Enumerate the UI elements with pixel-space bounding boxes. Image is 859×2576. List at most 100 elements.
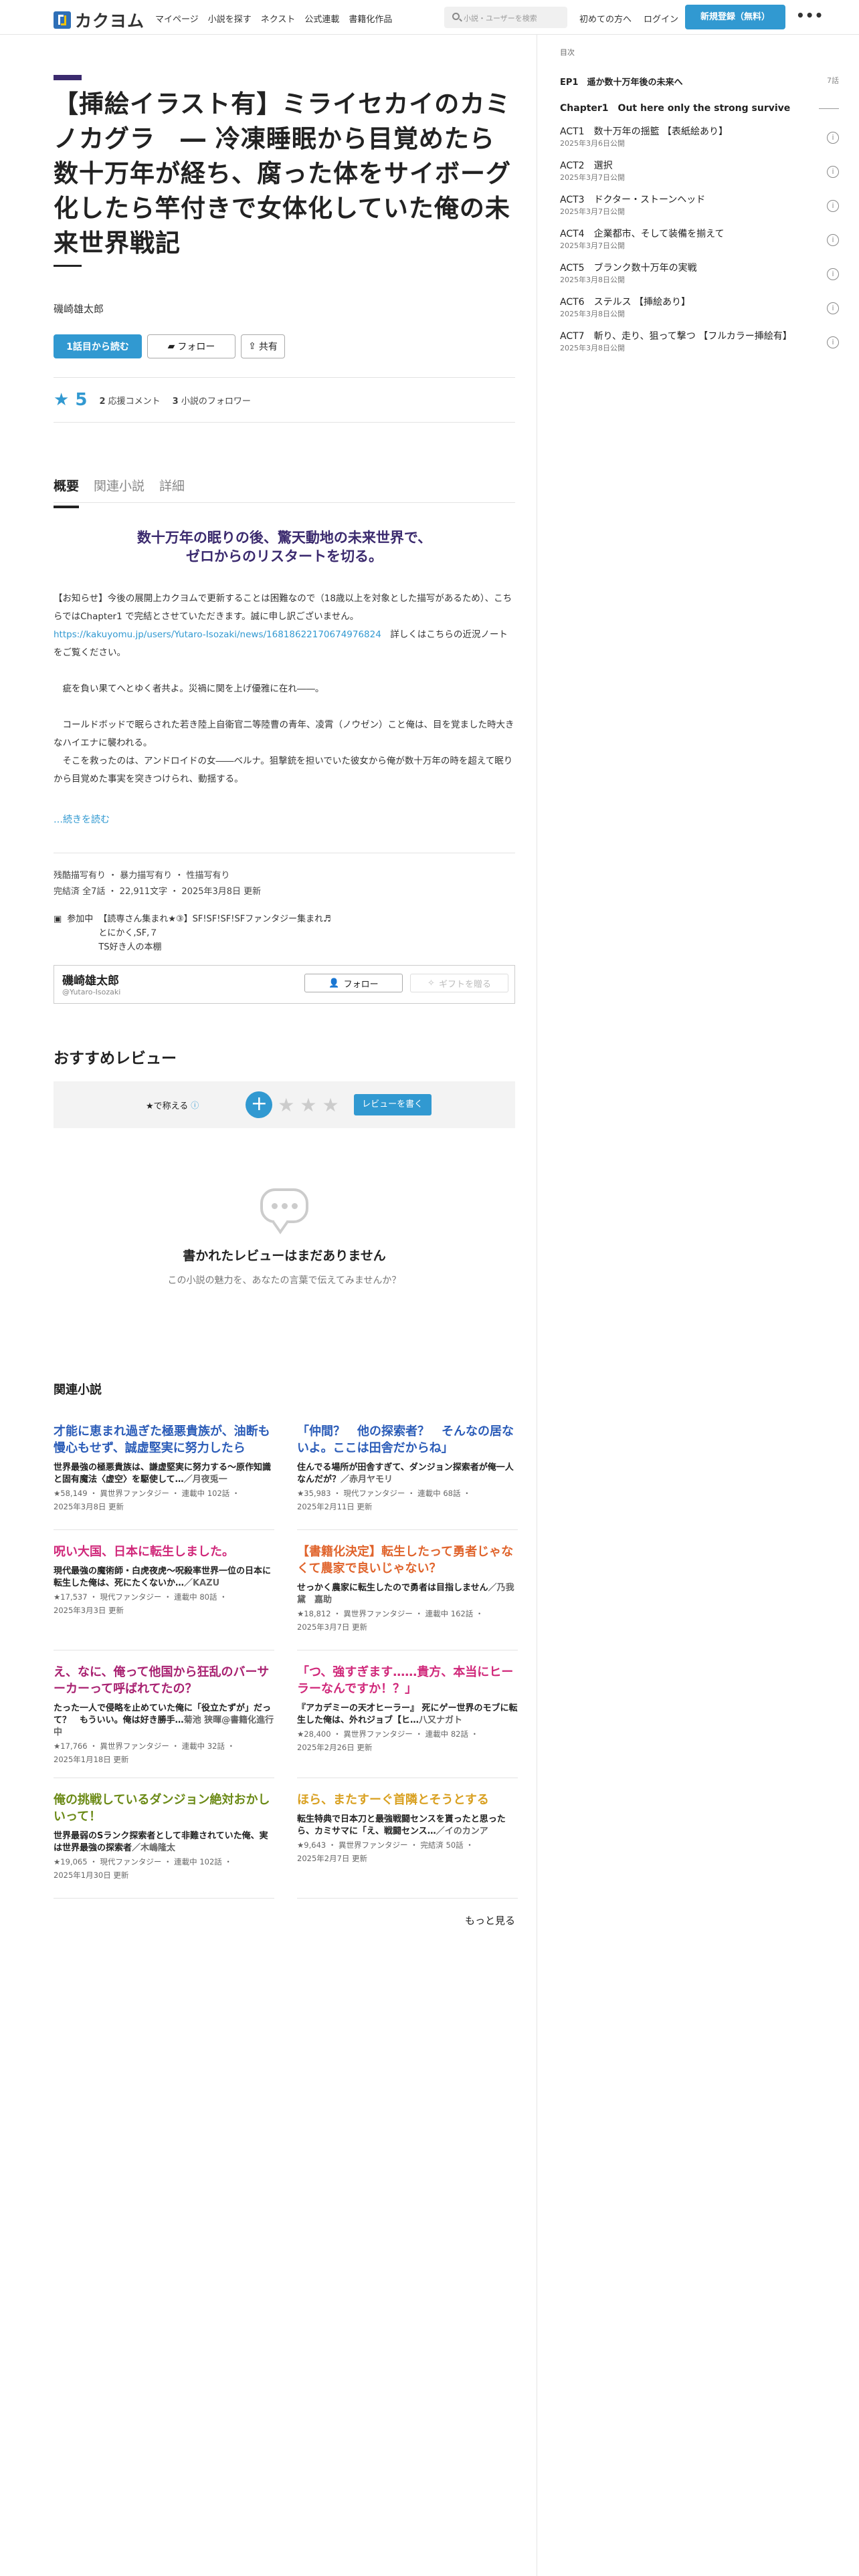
related-author[interactable]: ／月夜兎一 (184, 1475, 227, 1485)
info-icon[interactable]: i (827, 199, 839, 212)
related-title[interactable]: ほら、またすーぐ首隣とそうとする (297, 1792, 518, 1808)
toc-item[interactable]: ACT2 選択 2025年3月7日公開 i (560, 160, 839, 183)
beginners-link[interactable]: 初めての方へ (579, 12, 632, 25)
more-related-link[interactable]: もっと見る (54, 1913, 515, 1927)
related-grid: 才能に恵まれ過ぎた極悪貴族が、油断も慢心もせず、誠虚堅実に努力したら 世界最強の極… (54, 1410, 518, 1899)
contest-link[interactable]: TS好き人の本棚 (98, 940, 331, 954)
toc-item[interactable]: ACT7 斬り、走り、狙って撃つ 【フルカラー挿絵有】 2025年3月8日公開 i (560, 330, 839, 354)
read-first-button[interactable]: 1話目から読む (54, 334, 142, 358)
read-more-link[interactable]: …続きを読む (54, 813, 515, 826)
info-icon[interactable]: i (827, 131, 839, 144)
intro-paragraph: コールドボッドで眠らされた若き陸上自衛官二等陸曹の青年、凌霄（ノウゼン）こと俺は… (54, 720, 514, 748)
toc-item[interactable]: ACT5 ブランク数十万年の実戦 2025年3月8日公開 i (560, 262, 839, 286)
gift-button[interactable]: ✧ ギフトを贈る (410, 974, 508, 992)
related-meta: ★58,149 ・ 異世界ファンタジー ・ 連載中 102話 ・ (54, 1489, 240, 1498)
contest-link[interactable]: とにかく,SF,７ (98, 926, 331, 940)
toc-item[interactable]: ACT6 ステルス 【挿絵あり】 2025年3月8日公開 i (560, 296, 839, 320)
info-icon[interactable]: i (827, 267, 839, 280)
related-title[interactable]: 俺の挑戦しているダンジョン絶対おかしいって！ (54, 1792, 274, 1825)
toc-item[interactable]: ACT1 数十万年の揺籃 【表紙絵あり】 2025年3月6日公開 i (560, 126, 839, 149)
toc-sidebar: 目次 EP1 遥か数十万年後の未来へ 7話 Chapter1 Out here … (537, 35, 859, 2576)
search-input[interactable]: 小説・ユーザーを検索 (444, 7, 567, 28)
toc-item-date: 2025年3月8日公開 (560, 310, 625, 318)
related-author[interactable]: ／赤月ヤモリ (341, 1475, 393, 1485)
related-catch: 住んでる場所が田舎すぎて、ダンジョン探索者が俺一人なんだが？／赤月ヤモリ (297, 1462, 518, 1486)
related-author[interactable]: ／イのカンア (436, 1826, 488, 1836)
follow-button[interactable]: ▰ フォロー (147, 334, 235, 358)
login-link[interactable]: ログイン (644, 12, 678, 25)
write-review-button[interactable]: レビューを書く (353, 1094, 432, 1115)
related-catch: 現代最強の魔術師・白虎夜虎〜呪殺率世界一位の日本に転生した俺は、死にたくないか…… (54, 1566, 274, 1590)
info-icon[interactable]: i (827, 302, 839, 314)
related-item[interactable]: 才能に恵まれ過ぎた極悪貴族が、油断も慢心もせず、誠虚堅実に努力したら 世界最強の極… (54, 1410, 274, 1530)
contest-link[interactable]: 【読専さん集まれ★③】SF!SF!SF!SFファンタジー集まれ♬ (98, 912, 331, 926)
review-prompt: ★で称える (146, 1101, 189, 1111)
info-icon[interactable]: i (827, 233, 839, 246)
help-icon[interactable]: ⓘ (191, 1099, 199, 1111)
action-buttons: 1話目から読む ▰ フォロー ⇪ 共有 (54, 334, 515, 358)
related-title[interactable]: え、なに、俺って他国から狂乱のバーサーカーって呼ばれてたの？ (54, 1664, 274, 1697)
nav-books[interactable]: 書籍化作品 (349, 12, 392, 25)
site-logo[interactable]: カクヨム (54, 8, 145, 32)
related-item[interactable]: 俺の挑戦しているダンジョン絶対おかしいって！ 世界最弱のSランク探索者として非難さ… (54, 1778, 274, 1899)
followers-count: 3 (172, 396, 179, 407)
related-item[interactable]: 呪い大国、日本に転生しました。現代最強の魔術師・白虎夜虎〜呪殺率世界一位の日本に… (54, 1530, 274, 1650)
info-icon[interactable]: i (827, 336, 839, 348)
related-catch: 転生特典で日本刀と最強戦闘センスを貰ったと思ったら、カミサマに「え、戦闘センス…… (297, 1814, 518, 1838)
related-novels: 関連小説 才能に恵まれ過ぎた極悪貴族が、油断も慢心もせず、誠虚堅実に努力したら世… (54, 1380, 518, 1927)
related-catch: せっかく農家に転生したので勇者は目指しません／乃我黛 嘉助 (297, 1582, 518, 1606)
related-item[interactable]: 【書籍化決定】転生したって勇者じゃなくて農家で良いじゃない？ せっかく農家に転生し… (297, 1530, 518, 1650)
gift-icon: ✧ (427, 978, 435, 988)
logo-icon (54, 11, 71, 29)
more-menu-icon[interactable]: ••• (796, 7, 824, 23)
novel-author[interactable]: 磯崎雄太郎 (54, 302, 515, 316)
tab-overview[interactable]: 概要 (54, 476, 80, 508)
star-icon[interactable]: ★ (300, 1094, 316, 1116)
related-meta: ★18,812 ・ 異世界ファンタジー ・ 連載中 162話 ・ (297, 1609, 484, 1618)
star-icon[interactable]: ★ (322, 1094, 339, 1116)
related-title[interactable]: 「仲間？ 他の探索者？ そんなの居ないよ。ここは田舎だからね」 (297, 1423, 518, 1457)
share-icon: ⇪ (248, 341, 256, 352)
related-title: 関連小説 (54, 1383, 102, 1397)
novel-status: 完結済 全7話 ・ 22,911文字 ・ 2025年3月8日 更新 (54, 887, 262, 897)
share-button[interactable]: ⇪ 共有 (241, 334, 285, 358)
nav-official[interactable]: 公式連載 (304, 12, 339, 25)
related-catch-text: 『アカデミーの天才ヒーラー』 死にゲー世界のモブに転生した俺は、外れジョブ【ヒ… (297, 1703, 518, 1725)
add-star-button[interactable]: + (246, 1091, 273, 1118)
signup-button[interactable]: 新規登録（無料） (685, 5, 785, 29)
tab-details[interactable]: 詳細 (159, 476, 185, 502)
related-author[interactable]: ／KAZU (184, 1578, 219, 1588)
related-item[interactable]: ほら、またすーぐ首隣とそうとする転生特典で日本刀と最強戦闘センスを貰ったと思った… (297, 1778, 518, 1899)
star-icon[interactable]: ★ (278, 1094, 294, 1116)
comments-count: 2 (99, 396, 106, 407)
related-catch: 世界最弱のSランク探索者として非難されていた俺、実は世界最強の探索者／木嶋隆太 (54, 1830, 274, 1854)
followers-stat[interactable]: 3 小説のフォロワー (173, 394, 251, 407)
related-author[interactable]: ／木嶋隆太 (132, 1843, 175, 1853)
related-author[interactable]: 八又ナガト (419, 1715, 462, 1725)
nav-search-novels[interactable]: 小説を探す (208, 12, 252, 25)
info-icon[interactable]: i (827, 165, 839, 178)
toc-item-date: 2025年3月7日公開 (560, 207, 625, 216)
related-title[interactable]: 「つ、強すぎます……貴方、本当にヒーラーなんですか！？」 (297, 1664, 518, 1697)
toc-item[interactable]: ACT3 ドクター・ストーンヘッド 2025年3月7日公開 i (560, 194, 839, 217)
toc-item-title: ACT3 ドクター・ストーンヘッド (560, 195, 706, 205)
related-title[interactable]: 【書籍化決定】転生したって勇者じゃなくて農家で良いじゃない？ (297, 1543, 518, 1577)
tab-related[interactable]: 関連小説 (94, 476, 145, 502)
related-item[interactable]: 「仲間？ 他の探索者？ そんなの居ないよ。ここは田舎だからね」住んでる場所が田舎… (297, 1410, 518, 1530)
related-title[interactable]: 呪い大国、日本に転生しました。 (54, 1543, 274, 1560)
contest-label: 参加中 (67, 914, 94, 924)
nav-next[interactable]: ネクスト (261, 12, 296, 25)
related-item[interactable]: え、なに、俺って他国から狂乱のバーサーカーって呼ばれてたの？ たった一人で侵略を止… (54, 1650, 274, 1778)
author-follow-button[interactable]: 👤 フォロー (304, 974, 403, 992)
tab-bar: 概要 関連小説 詳細 (54, 476, 515, 508)
news-link[interactable]: https://kakuyomu.jp/users/Yutaro-Isozaki… (54, 629, 381, 640)
toc-item[interactable]: ACT4 企業都市、そして装備を揃えて 2025年3月7日公開 i (560, 228, 839, 251)
related-title[interactable]: 才能に恵まれ過ぎた極悪貴族が、油断も慢心もせず、誠虚堅実に努力したら (54, 1423, 274, 1457)
nav-mypage[interactable]: マイページ (155, 12, 199, 25)
gift-label: ギフトを贈る (438, 979, 491, 990)
catchphrase: 数十万年の眠りの後、驚天動地の未来世界で、 ゼロからのリスタートを切る。 (54, 528, 515, 566)
author-follow-label: フォロー (343, 979, 379, 990)
related-meta: ★35,983 ・ 現代ファンタジー ・ 連載中 68話 ・ (297, 1489, 471, 1498)
related-item[interactable]: 「つ、強すぎます……貴方、本当にヒーラーなんですか！？」『アカデミーの天才ヒーラ… (297, 1650, 518, 1778)
comments-stat[interactable]: 2 応援コメント (99, 394, 160, 407)
